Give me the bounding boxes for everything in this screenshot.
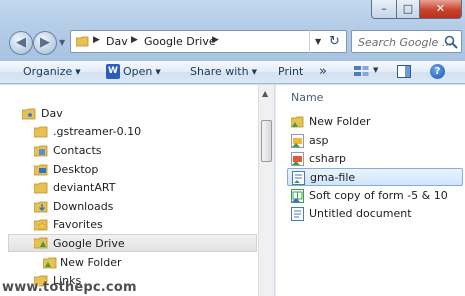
word-icon: W bbox=[106, 64, 120, 79]
share-with-button[interactable]: Share with ▼ bbox=[190, 65, 257, 78]
tree-item-label: Downloads bbox=[53, 200, 114, 213]
tree-item-dav[interactable]: Dav bbox=[22, 105, 252, 123]
address-bar[interactable]: ▶ Dav ▶ Google Drive ▶ bbox=[70, 30, 347, 53]
chevron-down-icon: ▼ bbox=[75, 68, 81, 76]
breadcrumb-dav[interactable]: Dav bbox=[106, 35, 128, 48]
tree-item-favorites[interactable]: Favorites bbox=[34, 216, 254, 234]
user-folder-icon bbox=[22, 108, 36, 120]
shared-folder-icon bbox=[291, 116, 304, 128]
column-divider bbox=[275, 85, 276, 296]
tree-item-deviantart[interactable]: deviantART bbox=[34, 179, 254, 197]
scroll-up-icon[interactable]: ▲ bbox=[262, 89, 268, 98]
tree-item-label: New Folder bbox=[60, 256, 122, 269]
change-view-icon[interactable] bbox=[354, 66, 370, 77]
open-label: Open bbox=[123, 65, 153, 78]
downloads-folder-icon bbox=[34, 201, 48, 213]
tree-item-contacts[interactable]: Contacts bbox=[34, 142, 254, 160]
tree-item-label: .gstreamer-0.10 bbox=[53, 125, 142, 138]
tree-item-label: Contacts bbox=[53, 144, 102, 157]
google-presentation-icon bbox=[291, 152, 304, 166]
tree-item-label: Google Drive bbox=[53, 237, 125, 250]
folder-icon bbox=[76, 36, 89, 47]
folder-icon bbox=[34, 182, 48, 194]
favorites-folder-icon bbox=[34, 219, 48, 231]
chevron-down-icon: ▼ bbox=[251, 68, 257, 76]
back-arrow-icon: ◀ bbox=[16, 35, 26, 50]
file-name: asp bbox=[309, 134, 329, 147]
help-icon[interactable]: ? bbox=[430, 64, 445, 79]
more-commands-icon[interactable]: » bbox=[319, 64, 327, 79]
tree-item-gstreamer[interactable]: .gstreamer-0.10 bbox=[34, 123, 254, 141]
print-button[interactable]: Print bbox=[278, 65, 303, 78]
file-list-pane: Name New Folder asp csharp gma-file Soft… bbox=[275, 85, 465, 296]
google-spreadsheet-icon bbox=[291, 189, 304, 203]
tree-item-label: Dav bbox=[41, 107, 63, 120]
breadcrumb-separator-icon[interactable]: ▶ bbox=[212, 35, 219, 45]
scrollbar-thumb[interactable] bbox=[261, 120, 272, 162]
list-item[interactable]: Soft copy of form -5 & 10 bbox=[287, 187, 463, 205]
watermark: www.tothepc.com bbox=[2, 280, 137, 295]
recent-pages-dropdown-icon[interactable]: ▼ bbox=[59, 38, 65, 47]
back-button[interactable]: ◀ bbox=[9, 31, 33, 55]
close-button[interactable]: ✕ bbox=[419, 0, 462, 19]
search-icon[interactable] bbox=[444, 35, 458, 49]
google-drive-folder-icon bbox=[34, 237, 48, 249]
google-doc-icon bbox=[291, 207, 304, 221]
list-item[interactable]: csharp bbox=[287, 150, 463, 168]
list-item[interactable]: Untitled document bbox=[287, 205, 463, 223]
file-name: Untitled document bbox=[309, 207, 412, 220]
view-options-chevron-icon[interactable]: ▼ bbox=[373, 66, 378, 74]
tree-item-google-drive[interactable]: Google Drive bbox=[8, 234, 257, 252]
open-button[interactable]: Open ▼ bbox=[123, 65, 161, 78]
breadcrumb-separator-icon[interactable]: ▶ bbox=[131, 35, 138, 45]
list-item[interactable]: New Folder bbox=[287, 113, 463, 131]
shared-folder-icon bbox=[43, 257, 57, 269]
file-name: gma-file bbox=[310, 171, 356, 184]
google-doc-sync-icon bbox=[292, 171, 305, 185]
navigation-pane-scrollbar[interactable]: ▲ bbox=[258, 85, 274, 296]
organize-button[interactable]: Organize ▼ bbox=[23, 65, 81, 78]
breadcrumb-google-drive[interactable]: Google Drive bbox=[144, 35, 216, 48]
chevron-down-icon: ▼ bbox=[155, 68, 161, 76]
refresh-icon[interactable]: ↻ bbox=[329, 34, 340, 49]
share-with-label: Share with bbox=[190, 65, 249, 78]
tree-item-label: deviantART bbox=[53, 181, 116, 194]
tree-item-downloads[interactable]: Downloads bbox=[34, 198, 254, 216]
tree-item-new-folder[interactable]: New Folder bbox=[43, 254, 253, 272]
contacts-folder-icon bbox=[34, 145, 48, 157]
search-box[interactable]: Search Google ... bbox=[351, 30, 462, 53]
tree-item-desktop[interactable]: Desktop bbox=[34, 161, 254, 179]
list-item[interactable]: asp bbox=[287, 132, 463, 150]
file-name: Soft copy of form -5 & 10 bbox=[309, 189, 448, 202]
forward-button[interactable]: ▶ bbox=[33, 31, 57, 55]
google-presentation-icon bbox=[291, 134, 304, 148]
column-header-name[interactable]: Name bbox=[291, 91, 323, 104]
search-placeholder[interactable]: Search Google ... bbox=[358, 36, 452, 49]
tree-item-label: Desktop bbox=[53, 163, 99, 176]
file-name: New Folder bbox=[309, 115, 371, 128]
file-name: csharp bbox=[309, 152, 346, 165]
tree-item-label: Favorites bbox=[53, 218, 103, 231]
desktop-folder-icon bbox=[34, 164, 48, 176]
maximize-button[interactable]: □ bbox=[396, 0, 420, 19]
forward-arrow-icon: ▶ bbox=[40, 35, 50, 50]
breadcrumb-separator-icon[interactable]: ▶ bbox=[93, 35, 100, 45]
list-item-selected[interactable]: gma-file bbox=[287, 168, 463, 186]
minimize-button[interactable]: – bbox=[371, 0, 397, 19]
organize-label: Organize bbox=[23, 65, 73, 78]
folder-icon bbox=[34, 126, 48, 138]
address-history-dropdown-icon[interactable]: ▼ bbox=[315, 37, 321, 46]
preview-pane-icon[interactable] bbox=[397, 65, 411, 78]
navigation-pane: Dav .gstreamer-0.10 Contacts Desktop dev… bbox=[0, 85, 258, 296]
